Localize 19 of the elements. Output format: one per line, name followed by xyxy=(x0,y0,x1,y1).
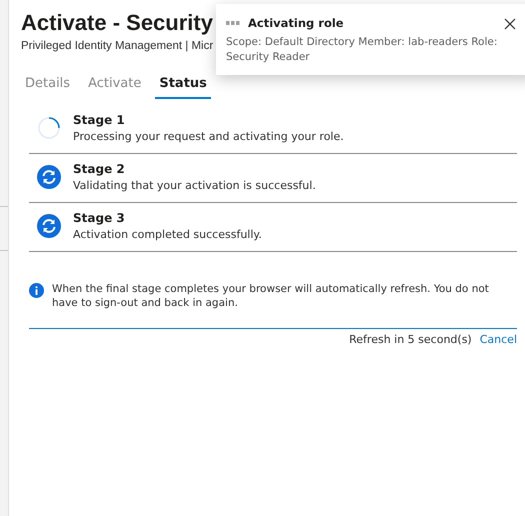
info-message: When the final stage completes your browser will automatically refresh. You do not have to sign-out and back in again. xyxy=(52,282,490,311)
notification-title: Activating role xyxy=(248,16,344,30)
close-button[interactable] xyxy=(504,18,516,30)
notification-message: Scope: Default Directory Member: lab-readers Role: Security Reader xyxy=(226,35,498,65)
cancel-link[interactable]: Cancel xyxy=(480,333,517,346)
page-title: Activate - Security xyxy=(21,9,213,37)
stage-description: Validating that your activation is successful. xyxy=(73,179,316,192)
progress-dots-icon xyxy=(226,21,240,25)
page-subtitle: Privileged Identity Management | Micr xyxy=(21,40,214,52)
refresh-countdown: Refresh in 5 second(s) xyxy=(349,333,472,346)
stage-title: Stage 3 xyxy=(73,211,126,225)
tab[interactable]: Status xyxy=(155,72,211,99)
tab[interactable]: Activate xyxy=(84,72,146,99)
stage-description: Processing your request and activating your role. xyxy=(73,130,344,143)
info-icon xyxy=(29,283,44,298)
stage-description: Activation completed successfully. xyxy=(73,228,262,241)
tab[interactable]: Details xyxy=(21,72,74,99)
stage-title: Stage 1 xyxy=(73,113,126,127)
stage-title: Stage 2 xyxy=(73,162,126,176)
